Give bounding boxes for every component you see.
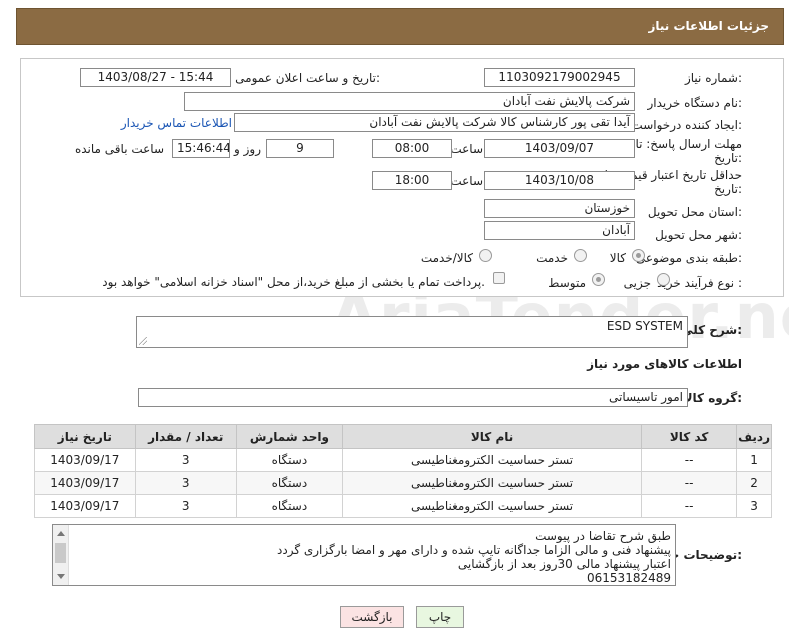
buyer-notes-text: طبق شرح تقاضا در پیوست پیشنهاد فنی و مال…: [71, 529, 671, 585]
item-group-label: گروه کالا:: [683, 391, 742, 405]
cell-qty: 3: [134, 471, 237, 495]
category-radio-goods-service[interactable]: [479, 249, 492, 262]
province-label: استان محل تحویل:: [647, 205, 742, 219]
back-button[interactable]: بازگشت: [340, 606, 404, 628]
cell-unit: دستگاه: [235, 471, 344, 495]
cell-date: 1403/09/17: [34, 471, 136, 495]
city-field[interactable]: آبادان: [484, 221, 635, 240]
process-radio-medium[interactable]: [592, 273, 605, 286]
notes-line: پیشنهاد فنی و مالی الزاما جداگانه تایپ ش…: [277, 543, 671, 557]
buyer-contact-link[interactable]: اطلاعات تماس خریدار: [121, 116, 232, 130]
col-row-header: ردیف: [736, 424, 772, 449]
category-goods-service-label: کالا/خدمت: [420, 251, 473, 265]
table-row: 2 -- تستر حساسیت الکترومغناطیسی دستگاه 3…: [34, 471, 772, 495]
col-code-header: کد کالا: [641, 424, 738, 449]
scroll-up-icon[interactable]: [57, 531, 65, 536]
process-medium-label: متوسط: [548, 276, 586, 290]
summary-value: ESD SYSTEM: [606, 319, 683, 333]
announce-label: تاریخ و ساعت اعلان عمومی:: [235, 71, 380, 85]
resize-grip-icon[interactable]: [139, 337, 147, 345]
creator-field[interactable]: آیدا تقی پور کارشناس کالا شرکت پالایش نف…: [234, 113, 635, 132]
notes-line: طبق شرح تقاضا در پیوست: [535, 529, 671, 543]
remaining-label: ساعت باقی مانده: [74, 142, 164, 156]
deadline-date-field[interactable]: 1403/09/07: [484, 139, 635, 158]
need-number-field[interactable]: 1103092179002945: [484, 68, 635, 87]
category-label: طبقه بندی موضوعی:: [635, 251, 742, 265]
cell-row: 1: [736, 448, 772, 472]
cell-row: 3: [736, 494, 772, 518]
cell-code: --: [641, 494, 738, 518]
treasury-payment-note: پرداخت تمام یا بخشی از مبلغ خرید،از محل …: [102, 275, 485, 289]
page-header: جزئیات اطلاعات نیاز: [16, 8, 784, 45]
notes-line: 06153182489: [587, 571, 671, 585]
scroll-down-icon[interactable]: [57, 574, 65, 579]
cell-row: 2: [736, 471, 772, 495]
cell-qty: 3: [134, 494, 237, 518]
buyer-org-label: نام دستگاه خریدار:: [647, 96, 743, 110]
table-header-row: ردیف کد کالا نام کالا واحد شمارش تعداد /…: [34, 424, 772, 449]
col-date-header: تاریخ نیاز: [34, 424, 136, 449]
cell-code: --: [641, 448, 738, 472]
deadline-time-field[interactable]: 08:00: [372, 139, 452, 158]
cell-name: تستر حساسیت الکترومغناطیسی: [342, 494, 643, 518]
cell-code: --: [641, 471, 738, 495]
item-group-field[interactable]: امور تاسیساتی: [138, 388, 688, 407]
process-minor-label: جزیی: [623, 276, 651, 290]
days-field[interactable]: 9: [266, 139, 334, 158]
city-label: شهر محل تحویل:: [655, 228, 742, 242]
treasury-payment-checkbox[interactable]: [493, 272, 505, 284]
cell-unit: دستگاه: [235, 494, 344, 518]
scroll-thumb[interactable]: [55, 543, 66, 563]
remaining-time-field[interactable]: 15:46:44: [172, 139, 230, 158]
process-radio-minor[interactable]: [657, 273, 670, 286]
deadline-label: مهلت ارسال پاسخ: تا تاریخ:: [635, 137, 742, 165]
category-goods-label: کالا: [609, 251, 626, 265]
print-button[interactable]: چاپ: [416, 606, 464, 628]
notes-line: اعتبار پیشنهاد مالی 30روز بعد از بازگشای…: [457, 557, 671, 571]
need-number-label: شماره نیاز:: [684, 71, 742, 85]
items-table: ردیف کد کالا نام کالا واحد شمارش تعداد /…: [34, 424, 772, 518]
category-radio-goods[interactable]: [632, 249, 645, 262]
col-unit-header: واحد شمارش: [235, 424, 344, 449]
col-qty-header: تعداد / مقدار: [134, 424, 237, 449]
days-label: روز و: [234, 142, 261, 156]
col-name-header: نام کالا: [342, 424, 643, 449]
cell-qty: 3: [134, 448, 237, 472]
validity-time-label: ساعت: [450, 174, 483, 188]
cell-date: 1403/09/17: [34, 448, 136, 472]
page-title: جزئیات اطلاعات نیاز: [648, 19, 769, 33]
items-section-title: اطلاعات کالاهای مورد نیاز: [587, 357, 742, 371]
cell-date: 1403/09/17: [34, 494, 136, 518]
table-row: 1 -- تستر حساسیت الکترومغناطیسی دستگاه 3…: [34, 448, 772, 472]
category-service-label: خدمت: [536, 251, 568, 265]
province-field[interactable]: خوزستان: [484, 199, 635, 218]
notes-scrollbar[interactable]: [53, 525, 69, 585]
buyer-org-field[interactable]: شرکت پالایش نفت آبادان: [184, 92, 635, 111]
deadline-time-label: ساعت: [450, 142, 483, 156]
validity-time-field[interactable]: 18:00: [372, 171, 452, 190]
buyer-notes-field[interactable]: طبق شرح تقاضا در پیوست پیشنهاد فنی و مال…: [52, 524, 676, 586]
cell-name: تستر حساسیت الکترومغناطیسی: [342, 471, 643, 495]
category-radio-service[interactable]: [574, 249, 587, 262]
summary-field[interactable]: ESD SYSTEM: [136, 316, 688, 348]
cell-unit: دستگاه: [235, 448, 344, 472]
validity-date-field[interactable]: 1403/10/08: [484, 171, 635, 190]
cell-name: تستر حساسیت الکترومغناطیسی: [342, 448, 643, 472]
announce-field[interactable]: 1403/08/27 - 15:44: [80, 68, 231, 87]
creator-label: ایجاد کننده درخواست:: [631, 118, 742, 132]
table-row: 3 -- تستر حساسیت الکترومغناطیسی دستگاه 3…: [34, 494, 772, 518]
